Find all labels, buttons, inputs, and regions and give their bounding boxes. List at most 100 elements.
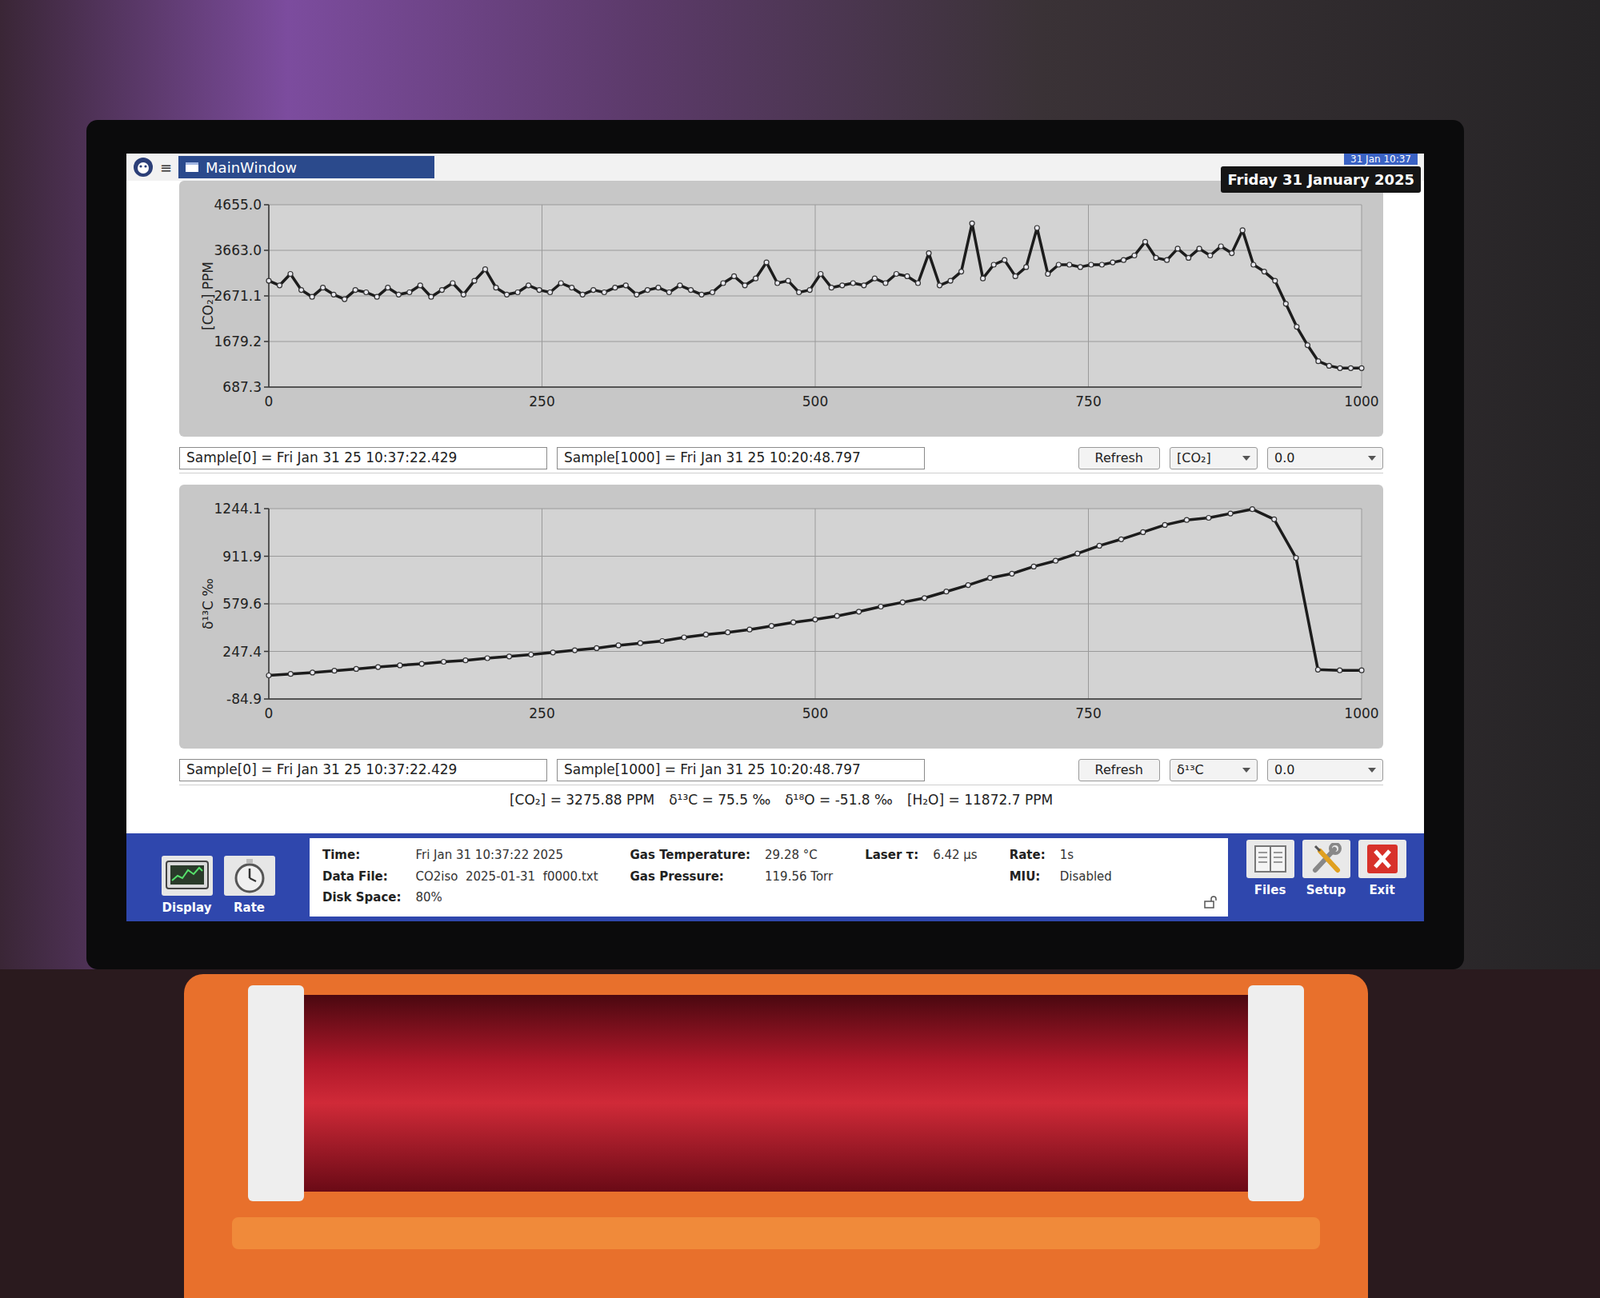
- setup-button[interactable]: Setup: [1302, 840, 1351, 900]
- offset-value: 0.0: [1274, 448, 1295, 468]
- chart-point: [699, 292, 704, 297]
- chart-point: [840, 283, 845, 288]
- field-value: 1s: [1060, 846, 1112, 865]
- chart-point: [1337, 668, 1343, 673]
- title-bar: ≡MainWindow31 Jan 10:37Friday 31 January…: [126, 153, 1424, 181]
- cylinder-cap: [248, 985, 304, 1202]
- x-tick-label: 750: [1075, 705, 1101, 722]
- chart-point: [594, 645, 600, 651]
- chart-point: [332, 668, 337, 674]
- chart-point: [747, 627, 752, 632]
- chart-point: [1337, 365, 1343, 371]
- chart-point: [965, 583, 971, 588]
- files-button[interactable]: Files: [1246, 840, 1295, 900]
- chart-point: [550, 650, 556, 656]
- chart-point: [688, 288, 694, 293]
- chart-point: [352, 288, 358, 293]
- chart-point: [660, 639, 665, 644]
- chart-point: [601, 290, 607, 296]
- field-group: Laser τ:6.42 µs: [864, 846, 978, 909]
- chart-point: [818, 272, 824, 277]
- tick-mark: [264, 556, 269, 558]
- chart-point: [807, 288, 812, 293]
- display-button[interactable]: Display: [161, 856, 213, 918]
- chart-point: [288, 272, 293, 277]
- lock-icon[interactable]: [1204, 896, 1219, 909]
- x-tick-label: 1000: [1344, 705, 1379, 722]
- app-icon[interactable]: [132, 156, 154, 178]
- dropdown-arrow-icon: [1368, 768, 1376, 773]
- analyzer-case: [184, 974, 1368, 1298]
- chart-point: [1272, 278, 1278, 284]
- right-toolbar: FilesSetupExit: [1228, 833, 1424, 922]
- y-axis: [268, 508, 270, 700]
- sample-start-field[interactable]: Sample[0] = Fri Jan 31 25 10:37:22.429: [179, 759, 548, 782]
- chart-point: [785, 278, 791, 284]
- chart-point: [472, 278, 477, 284]
- chart-point: [791, 620, 796, 625]
- field-value: 119.56 Torr: [764, 868, 833, 887]
- refresh-button[interactable]: Refresh: [1078, 759, 1160, 782]
- chart-point: [385, 285, 391, 291]
- chart-point: [1143, 239, 1148, 244]
- chart-point: [1110, 260, 1116, 265]
- chart-point: [1228, 511, 1233, 516]
- window-tab[interactable]: MainWindow: [178, 156, 435, 179]
- chart-point: [1240, 228, 1245, 233]
- y-tick-label: 4655.0: [214, 196, 262, 213]
- refresh-button[interactable]: Refresh: [1078, 447, 1160, 470]
- chart-point: [417, 283, 423, 288]
- chart-point: [937, 283, 943, 288]
- chart-point: [637, 640, 643, 646]
- chart-point: [775, 280, 780, 286]
- chart-point: [732, 273, 737, 279]
- offset-dropdown[interactable]: 0.0: [1267, 759, 1384, 782]
- rate-button[interactable]: Rate: [224, 856, 276, 918]
- readout-value: [H₂O] = 11872.7 PPM: [907, 790, 1053, 812]
- chart-point: [309, 294, 315, 300]
- exit-button[interactable]: Exit: [1358, 840, 1407, 900]
- chart-point: [1088, 262, 1094, 268]
- plot-area: [268, 508, 1362, 700]
- display-icon: [164, 860, 210, 892]
- chart-point: [1034, 225, 1040, 231]
- chart-point: [1261, 269, 1267, 275]
- chart: 4655.03663.02671.11679.2687.302505007501…: [179, 180, 1384, 437]
- menu-glyph[interactable]: ≡: [160, 156, 172, 179]
- grid-line: [541, 508, 543, 700]
- channel-dropdown[interactable]: [CO₂]: [1169, 447, 1258, 470]
- chart-point: [1024, 264, 1029, 270]
- chart-point: [1272, 516, 1277, 522]
- chart-point: [656, 285, 661, 291]
- chart-point: [872, 276, 877, 281]
- chart-point: [526, 283, 532, 288]
- y-tick-label: 911.9: [222, 548, 262, 565]
- sample-start-field[interactable]: Sample[0] = Fri Jan 31 25 10:37:22.429: [179, 447, 548, 470]
- channel-dropdown[interactable]: δ¹³C: [1169, 759, 1258, 782]
- y-tick-label: 1244.1: [214, 500, 262, 517]
- chart-controls: Sample[0] = Fri Jan 31 25 10:37:22.429 Sa…: [179, 446, 1384, 474]
- grid-line: [1088, 204, 1089, 388]
- chart-point: [342, 296, 348, 302]
- files-icon: [1252, 843, 1288, 876]
- grid-line: [268, 204, 270, 388]
- grid-line: [815, 204, 816, 388]
- sample-end-field[interactable]: Sample[1000] = Fri Jan 31 25 10:20:48.79…: [556, 447, 925, 470]
- chart-point: [893, 272, 899, 277]
- chart-point: [1359, 365, 1364, 371]
- tick-mark: [264, 386, 269, 388]
- chart-point: [991, 262, 996, 268]
- offset-dropdown[interactable]: 0.0: [1267, 447, 1384, 470]
- grid-line: [815, 508, 816, 700]
- dropdown-arrow-icon: [1242, 456, 1251, 461]
- chart-point: [768, 624, 774, 629]
- chart-point: [900, 600, 905, 605]
- sample-end-field[interactable]: Sample[1000] = Fri Jan 31 25 10:20:48.79…: [556, 759, 925, 782]
- chart-point: [299, 288, 304, 293]
- chart-point: [944, 589, 949, 595]
- chart-point: [1249, 507, 1255, 512]
- chart-point: [288, 672, 293, 677]
- grid-line: [268, 699, 1362, 700]
- clock[interactable]: 31 Jan 10:37: [1344, 153, 1418, 165]
- chart-point: [926, 251, 932, 256]
